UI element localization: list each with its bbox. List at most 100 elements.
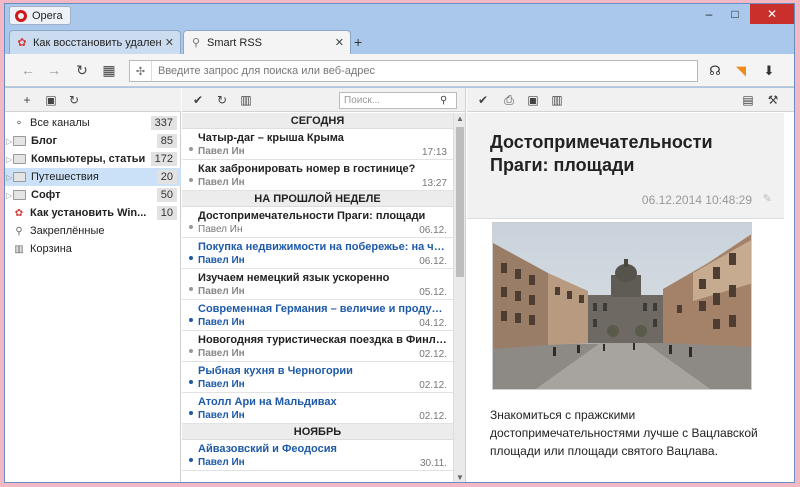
back-icon[interactable]: ← [19,61,37,79]
sidebar-feed-item[interactable]: ⚬ Все каналы 337 [5,114,181,132]
article-date: 30.11. [419,458,447,469]
article-title: Покупка недвижимости на побережье: на чт… [198,241,447,253]
reader-toolbar: ✔ ⎙ ▣ ▥ ▤ ⚒ [467,88,794,112]
minimize-button[interactable]: ‒ [696,4,722,24]
close-tab-icon[interactable]: ✕ [165,36,174,49]
sidebar-feed-item[interactable]: ▷ Путешествия 20 [5,168,181,186]
address-bar: ← → ↻ ▦ ✣ ☊ ◥ ⬇ [5,54,794,87]
article-date: 02.12. [419,349,447,360]
article-title: Изучаем немецкий язык ускоренно [198,272,390,284]
expand-icon[interactable]: ▷ [6,191,12,200]
article-title: Новогодняя туристическая поездка в Финля… [198,334,447,346]
sidebar-feed-item[interactable]: ✿ Как установить Win... 10 [5,204,181,222]
mark-read-icon[interactable]: ✔ [190,92,206,108]
article-row[interactable]: Атолл Ари на Мальдивах Павел Ин 02.12. [182,393,453,424]
new-tab-button[interactable]: + [354,34,362,50]
status-dot-icon [189,225,193,229]
unread-count-badge: 172 [150,152,177,166]
tab-how-to-restore[interactable]: ✿ Как восстановить удален ✕ [9,30,181,54]
vpn-extension-icon[interactable]: ☊ [706,62,724,80]
feed-label: Закреплённые [30,225,105,237]
status-dot-icon [189,380,193,384]
sidebar-feed-item[interactable]: ▷ Блог 85 [5,132,181,150]
articles-list: СЕГОДНЯ Чатыр-даг – крыша Крыма Павел Ин 17… [182,113,453,471]
print-icon[interactable]: ⎙ [501,92,517,108]
archive-icon[interactable]: ▣ [525,92,541,108]
scroll-down-icon[interactable]: ▼ [454,472,465,482]
scroll-up-icon[interactable]: ▲ [454,113,465,125]
article-row[interactable]: Чатыр-даг – крыша Крыма Павел Ин 17:13 [182,129,453,160]
article-header: Достопримечательности Праги: площади 06.… [467,113,784,219]
article-row[interactable]: Новогодняя туристическая поездка в Финля… [182,331,453,362]
expand-icon[interactable]: ▷ [6,155,12,164]
scrollbar-thumb[interactable] [456,127,464,277]
article-author: Павел Ин [198,255,245,266]
article-title: Айвазовский и Феодосия [198,443,337,455]
article-author: Павел Ин [198,286,245,297]
article-search[interactable]: ⚲ [339,92,457,109]
article-row[interactable]: Рыбная кухня в Черногории Павел Ин 02.12. [182,362,453,393]
article-date: 04.12. [419,318,447,329]
article-author: Павел Ин [198,410,245,421]
article-date: 02.12. [419,380,447,391]
folder-icon [13,154,26,164]
article-author: Павел Ин [198,177,245,188]
expand-icon[interactable]: ▷ [6,173,12,182]
add-folder-icon[interactable]: ▣ [43,92,59,108]
article-title: Достопримечательности Праги: площади [198,210,426,222]
feeds-toolbar: + ▣ ↻ [5,88,181,112]
prague-square-image [493,223,751,389]
unread-count-badge: 85 [156,134,177,148]
sidebar-feed-item[interactable]: ▥ Корзина [5,240,181,258]
reload-icon[interactable]: ↻ [73,61,91,79]
article-author: Павел Ин [198,348,245,359]
article-date: 05.12. [419,287,447,298]
forward-icon[interactable]: → [45,61,63,79]
close-window-button[interactable]: ✕ [750,4,794,24]
mark-read-icon[interactable]: ✔ [475,92,491,108]
speed-dial-icon[interactable]: ▦ [100,61,118,79]
article-author: Павел Ин [198,457,245,468]
add-feed-icon[interactable]: + [19,92,35,108]
article-row[interactable]: Покупка недвижимости на побережье: на чт… [182,238,453,269]
tab-smart-rss[interactable]: ⚲ Smart RSS ✕ [183,30,351,54]
article-author: Павел Ин [198,224,243,235]
close-tab-icon[interactable]: ✕ [335,36,344,49]
article-title: Чатыр-даг – крыша Крыма [198,132,344,144]
sidebar-feed-item[interactable]: ▷ Компьютеры, статьи 172 [5,150,181,168]
article-row[interactable]: Достопримечательности Праги: площади Паве… [182,207,453,238]
folder-icon [13,136,26,146]
expand-icon[interactable]: ▷ [6,137,12,146]
article-row[interactable]: Айвазовский и Феодосия Павел Ин 30.11. [182,440,453,471]
refresh-all-icon[interactable]: ↻ [66,92,82,108]
tab-bar: ✿ Как восстановить удален ✕ ⚲ Smart RSS … [5,30,794,54]
url-input[interactable] [152,65,672,77]
pin-icon: ⚲ [15,225,23,237]
articles-toolbar: ✔ ↻ ▥ ⚲ [182,88,465,112]
opera-menu-button[interactable]: Opera [9,6,71,25]
group-header: СЕГОДНЯ [182,113,453,129]
article-author: Павел Ин [198,317,245,328]
rss-feed-icon[interactable]: ◥ [732,62,750,80]
article-row[interactable]: Современная Германия – величие и продума… [182,300,453,331]
article-date: 02.12. [419,411,447,422]
url-field[interactable]: ✣ [129,60,698,82]
refresh-icon[interactable]: ↻ [214,92,230,108]
settings-icon[interactable]: ⚒ [765,92,781,108]
article-row[interactable]: Изучаем немецкий язык ускоренно Павел Ин 0… [182,269,453,300]
delete-icon[interactable]: ▥ [549,92,565,108]
article-date: 06.12. [419,225,447,236]
sidebar-feed-item[interactable]: ▷ Софт 50 [5,186,181,204]
delete-icon[interactable]: ▥ [238,92,254,108]
sidebar-feed-item[interactable]: ⚲ Закреплённые [5,222,181,240]
article-row[interactable]: Как забронировать номер в гостинице? Паве… [182,160,453,191]
layout-icon[interactable]: ▤ [740,92,756,108]
pin-icon[interactable]: ✎ [763,192,772,205]
feed-label: Корзина [30,243,72,255]
articles-scrollbar[interactable]: ▲ ▼ [453,113,465,482]
search-input[interactable] [340,95,440,106]
maximize-button[interactable]: □ [722,4,748,24]
browser-window: Opera ‒ □ ✕ ✿ Как восстановить удален ✕ … [4,3,795,483]
article-title: Как забронировать номер в гостинице? [198,163,416,175]
download-icon[interactable]: ⬇ [760,62,778,80]
